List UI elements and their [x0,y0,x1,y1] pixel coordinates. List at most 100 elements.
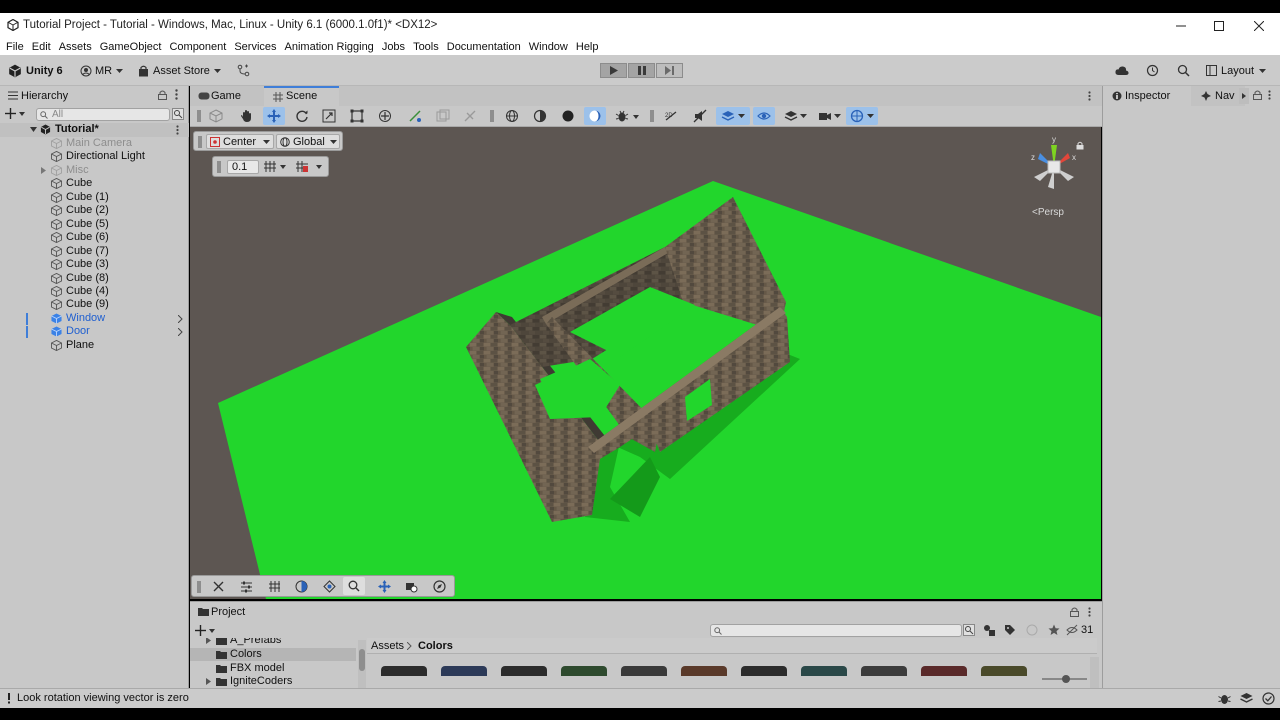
hierarchy-item[interactable]: Cube (5) [0,218,189,232]
pause-button[interactable] [628,63,655,78]
tab-hierarchy[interactable]: Hierarchy [0,86,92,106]
slider-thumb[interactable] [1062,675,1070,683]
orientation-button[interactable] [501,107,523,125]
maximize-button[interactable] [1200,13,1238,39]
chevron-right-icon[interactable] [178,328,183,337]
tab-inspector[interactable]: Inspector [1103,86,1191,106]
tag-icon[interactable] [1004,624,1016,636]
layers-button[interactable] [781,107,811,125]
menu-gameobject[interactable]: GameObject [100,41,162,53]
menu-services[interactable]: Services [234,41,276,53]
search-button[interactable] [343,577,365,595]
check-circle-icon[interactable] [1262,692,1275,705]
thumbnail-size-slider[interactable] [1042,675,1087,683]
lock-icon[interactable] [1253,90,1262,100]
layers-icon[interactable] [1240,692,1253,705]
chevron-right-icon[interactable] [178,314,183,323]
menu-animation-rigging[interactable]: Animation Rigging [285,41,374,53]
toolbar-grip-icon[interactable] [198,136,202,148]
folder-row[interactable]: IgniteCoders [190,675,356,688]
asset-store-dropdown[interactable]: Asset Store [153,65,210,77]
custom-tool-button[interactable] [404,107,426,125]
history-icon[interactable] [1146,64,1159,77]
2d-toggle-button[interactable]: 2D [660,107,682,125]
menu-documentation[interactable]: Documentation [447,41,521,53]
visibility-toggle-button[interactable] [753,107,775,125]
chevron-down-icon[interactable] [209,629,215,633]
transform-tool-button[interactable] [374,107,396,125]
chevron-down-icon[interactable] [280,165,286,169]
orientation-gizmo[interactable]: y z x [1026,135,1086,199]
search-filter-icon[interactable] [172,108,184,120]
status-message[interactable]: Look rotation viewing vector is zero [17,692,189,704]
tab-navigation[interactable]: Nav [1191,86,1245,106]
search-icon[interactable] [1177,64,1190,77]
view-tool-button[interactable] [205,107,227,125]
toolbar-grip-icon[interactable] [217,161,221,173]
shaded-sphere-icon[interactable] [295,580,308,593]
hierarchy-item[interactable]: Cube [0,177,189,191]
play-button[interactable] [600,63,627,78]
version-control-icon[interactable] [237,64,250,77]
rotate-tool-button[interactable] [291,107,313,125]
hierarchy-item[interactable]: Cube (8) [0,272,189,286]
settings-sliders-icon[interactable] [240,580,253,593]
toolbar-grip-icon[interactable] [197,581,201,593]
unity-version-label[interactable]: Unity 6 [26,65,63,77]
material-thumbnail[interactable] [381,666,427,676]
effects-toggle-button[interactable] [716,107,750,125]
more-menu-icon[interactable] [1268,90,1271,100]
expand-arrow-icon[interactable] [30,127,37,133]
bug-icon[interactable] [1218,692,1231,705]
tab-scroll-right-icon[interactable] [1239,88,1249,104]
solid-mode-button[interactable] [557,107,579,125]
lock-icon[interactable] [1076,141,1084,150]
menu-assets[interactable]: Assets [59,41,92,53]
gizmos-button[interactable] [846,107,878,125]
hierarchy-item[interactable]: Plane [0,339,189,353]
folder-row-selected[interactable]: Colors [190,648,356,661]
hierarchy-item[interactable]: Cube (3) [0,258,189,272]
breadcrumb-root[interactable]: Assets [371,640,404,652]
hand-tool-button[interactable] [236,107,258,125]
menu-jobs[interactable]: Jobs [382,41,405,53]
more-menu-icon[interactable] [1088,91,1091,101]
grid-snap-icon[interactable] [263,160,277,173]
hierarchy-item[interactable]: Cube (2) [0,204,189,218]
lighting-mode-button[interactable] [584,107,606,125]
menu-component[interactable]: Component [169,41,226,53]
asset-grid-scrollbar[interactable] [1090,657,1099,689]
star-icon[interactable] [1048,624,1060,636]
material-thumbnail[interactable] [861,666,907,676]
layout-dropdown[interactable]: Layout [1221,65,1254,77]
cloud-icon[interactable] [1115,65,1129,76]
folder-row[interactable]: FBX model [190,662,356,675]
rect-tool-button[interactable] [346,107,368,125]
grid-snap-icon[interactable] [268,580,281,593]
scene-row[interactable]: Tutorial* [0,123,189,137]
camera-settings-button[interactable] [815,107,845,125]
material-thumbnail[interactable] [981,666,1027,676]
material-thumbnail[interactable] [681,666,727,676]
chevron-down-icon[interactable] [633,115,639,119]
material-thumbnail[interactable] [441,666,487,676]
compass-icon[interactable] [433,580,446,593]
close-button[interactable] [1240,13,1278,39]
menu-help[interactable]: Help [576,41,599,53]
scene-viewport[interactable]: Center Global 0.1 y z x <Persp [190,127,1101,599]
material-thumbnail[interactable] [741,666,787,676]
material-thumbnail[interactable] [801,666,847,676]
projection-label[interactable]: <Persp [1032,207,1064,218]
minimize-button[interactable] [1162,13,1200,39]
search-filter-icon[interactable] [963,624,975,636]
hidden-packages-icon[interactable] [1026,624,1038,636]
scrollbar-thumb[interactable] [359,649,365,671]
lock-icon[interactable] [158,90,167,100]
material-thumbnail[interactable] [621,666,667,676]
scale-tool-button[interactable] [318,107,340,125]
audio-toggle-button[interactable] [689,107,711,125]
toolbar-grip-icon[interactable] [197,110,201,122]
move-arrows-icon[interactable] [378,580,391,593]
hierarchy-item[interactable]: Cube (7) [0,245,189,259]
add-icon[interactable] [195,625,206,636]
